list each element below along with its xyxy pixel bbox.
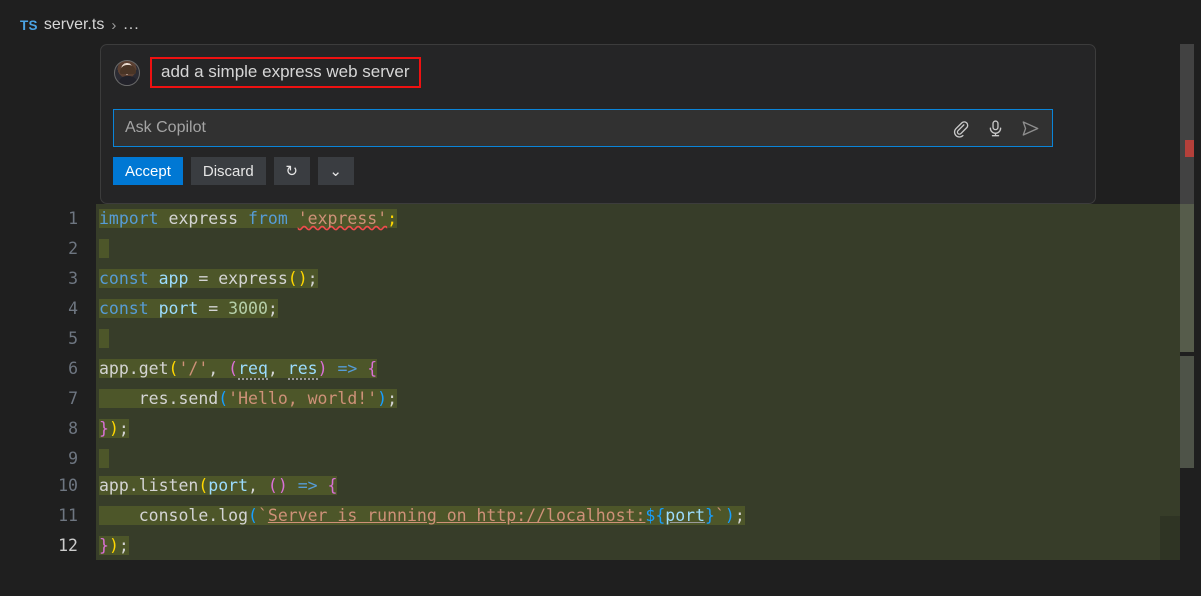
code-line[interactable]: res.send('Hello, world!'); <box>96 384 398 414</box>
chevron-down-icon[interactable]: ⌄ <box>317 157 354 185</box>
line-number-gutter: 1 2 3 4 5 6 7 8 9 10 11 12 <box>0 44 96 596</box>
send-icon[interactable] <box>1021 119 1040 138</box>
line-number: 7 <box>68 389 78 408</box>
scrollbar-thumb-diff[interactable] <box>1180 204 1194 352</box>
line-number: 6 <box>68 359 78 378</box>
prompt-highlight-box: add a simple express web server <box>150 57 421 88</box>
user-avatar-icon <box>114 59 140 86</box>
overview-ruler-diff <box>1160 204 1180 516</box>
line-number: 10 <box>58 476 78 495</box>
copilot-prompt-text: add a simple express web server <box>161 62 410 81</box>
copilot-input-actions <box>951 119 1052 138</box>
breadcrumb[interactable]: TS server.ts › ... <box>20 16 140 34</box>
vscode-editor-window: TS server.ts › ... 1 2 3 4 5 6 7 8 9 10 … <box>0 0 1201 596</box>
copilot-input[interactable]: Ask Copilot <box>114 119 951 137</box>
code-line[interactable]: import express from 'express'; <box>96 204 398 234</box>
line-number: 1 <box>68 209 78 228</box>
regenerate-icon[interactable]: ↻ <box>273 157 310 185</box>
code-line[interactable]: app.get('/', (req, res) => { <box>96 354 378 384</box>
line-number: 2 <box>68 239 78 258</box>
code-line[interactable] <box>96 324 109 354</box>
code-line[interactable] <box>96 444 109 474</box>
line-number: 12 <box>58 536 78 555</box>
copilot-inline-chat-panel: add a simple express web server Ask Copi… <box>100 44 1096 204</box>
chevron-right-icon: › <box>111 16 117 34</box>
breadcrumb-file-name[interactable]: server.ts <box>44 16 104 34</box>
code-line[interactable]: }); <box>96 531 129 561</box>
line-number: 11 <box>58 506 78 525</box>
typescript-file-icon: TS <box>20 17 38 33</box>
line-number: 8 <box>68 419 78 438</box>
microphone-icon[interactable] <box>986 119 1005 138</box>
line-number: 5 <box>68 329 78 348</box>
line-number: 4 <box>68 299 78 318</box>
accept-button[interactable]: Accept <box>113 157 183 185</box>
code-line[interactable]: }); <box>96 414 129 444</box>
copilot-input-container[interactable]: Ask Copilot <box>113 109 1053 147</box>
line-number: 3 <box>68 269 78 288</box>
code-line[interactable]: const app = express(); <box>96 264 318 294</box>
attach-icon[interactable] <box>951 119 970 138</box>
copilot-prompt-row: add a simple express web server <box>114 57 421 88</box>
scrollbar-thumb-lower[interactable] <box>1180 356 1194 468</box>
breadcrumb-more[interactable]: ... <box>123 16 139 34</box>
line-number: 9 <box>68 449 78 468</box>
scrollbar-thumb[interactable] <box>1180 44 1194 204</box>
overview-ruler-diff-tail <box>1160 516 1180 560</box>
code-line[interactable] <box>96 234 109 264</box>
code-line[interactable]: console.log(`Server is running on http:/… <box>96 501 745 531</box>
editor-scrollbar[interactable] <box>1180 0 1201 596</box>
code-line[interactable]: const port = 3000; <box>96 294 278 324</box>
error-marker[interactable] <box>1185 140 1194 157</box>
copilot-action-buttons: Accept Discard ↻ ⌄ <box>113 157 354 185</box>
code-line[interactable]: app.listen(port, () => { <box>96 471 338 501</box>
discard-button[interactable]: Discard <box>190 157 266 185</box>
